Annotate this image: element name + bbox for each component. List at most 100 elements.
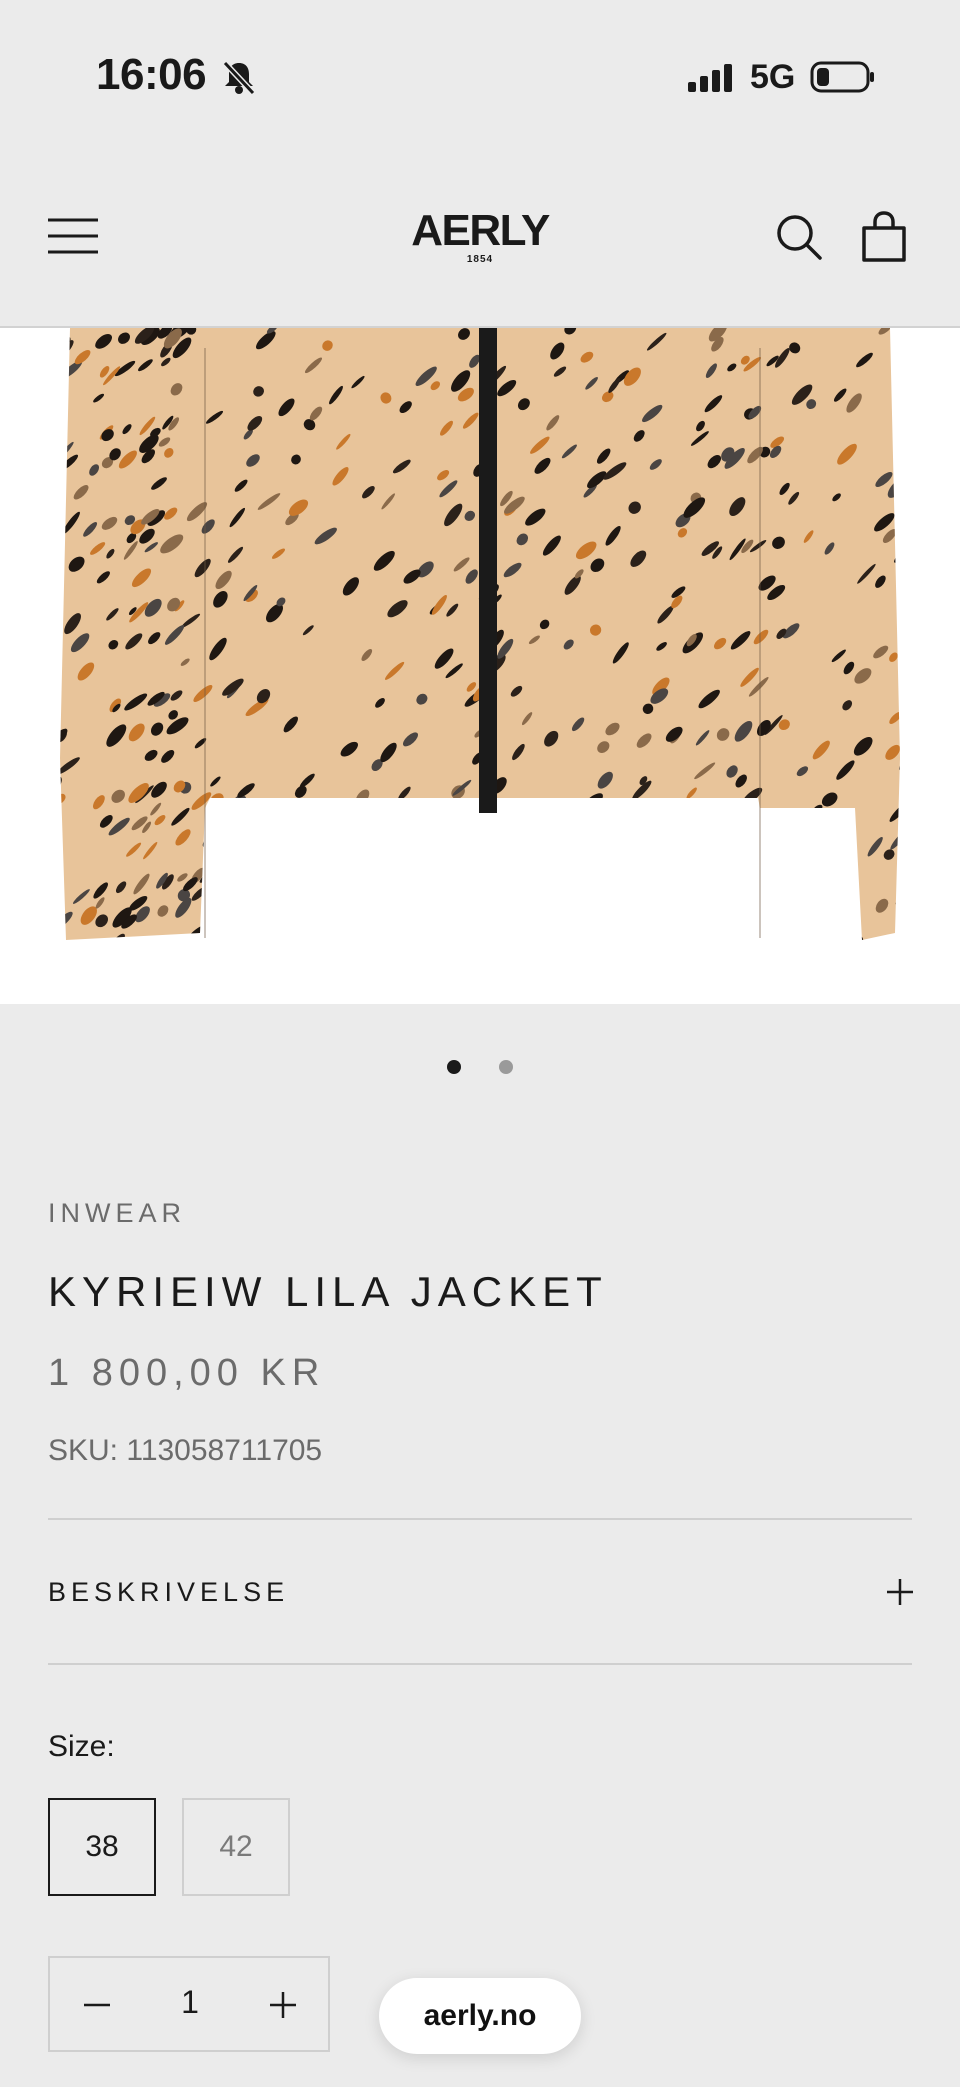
print-spot <box>27 548 45 569</box>
print-spot <box>451 845 469 861</box>
print-spot <box>24 944 42 964</box>
print-spot <box>433 937 453 940</box>
print-spot <box>454 821 468 835</box>
quantity-value[interactable]: 1 <box>150 1984 230 2021</box>
bell-off-icon <box>222 60 256 96</box>
print-spot <box>647 819 666 839</box>
size-option-42[interactable]: 42 <box>182 1798 290 1896</box>
print-spot <box>911 328 928 343</box>
battery-icon <box>810 61 874 93</box>
print-spot <box>792 896 807 912</box>
logo-text: AERLY <box>411 206 550 255</box>
browser-url-pill[interactable]: aerly.no <box>379 1978 581 2054</box>
print-spot <box>22 632 38 647</box>
print-spot <box>432 850 449 868</box>
print-spot <box>737 814 756 831</box>
print-spot <box>820 927 836 940</box>
logo[interactable]: AERLY 1854 <box>380 206 580 266</box>
product-brand[interactable]: INWEAR <box>48 1198 186 1229</box>
print-spot <box>27 677 47 696</box>
print-spot <box>60 545 62 568</box>
print-spot <box>27 643 41 659</box>
print-spot <box>907 792 930 819</box>
print-spot <box>478 935 489 940</box>
print-spot <box>901 436 913 447</box>
print-spot <box>437 913 451 932</box>
print-spot <box>27 702 45 721</box>
print-spot <box>267 928 285 940</box>
print-spot <box>275 879 292 893</box>
print-spot <box>864 941 880 957</box>
print-spot <box>903 652 917 665</box>
minus-icon[interactable] <box>80 1988 114 2022</box>
print-spot <box>740 903 758 923</box>
quantity-stepper: 1 <box>48 1956 330 2052</box>
product-price: 1 800,00 KR <box>48 1352 326 1394</box>
status-bar: 16:06 5G <box>0 0 960 160</box>
print-spot <box>479 957 498 975</box>
print-spot <box>910 770 931 790</box>
gallery-dot-2[interactable] <box>499 1060 513 1074</box>
print-spot <box>366 842 376 851</box>
print-spot <box>906 734 928 755</box>
print-spot <box>798 840 809 849</box>
print-spot <box>60 610 61 624</box>
size-label: Size: <box>48 1730 115 1763</box>
print-spot <box>723 910 735 923</box>
print-spot <box>482 896 502 918</box>
print-spot <box>603 923 615 935</box>
print-spot <box>463 830 477 845</box>
print-spot <box>335 883 355 900</box>
print-spot <box>841 835 851 846</box>
print-spot <box>577 866 599 883</box>
status-time: 16:06 <box>96 50 207 99</box>
print-spot <box>323 904 339 918</box>
print-spot <box>730 885 740 895</box>
print-spot <box>433 877 448 895</box>
print-spot <box>899 750 900 771</box>
print-spot <box>411 943 436 963</box>
print-spot <box>896 371 900 391</box>
search-icon[interactable] <box>774 212 824 262</box>
print-spot <box>663 823 671 833</box>
print-spot <box>490 836 511 856</box>
jacket-image <box>22 328 931 978</box>
print-spot <box>488 825 503 840</box>
print-spot <box>662 950 677 968</box>
print-spot <box>730 905 747 922</box>
print-spot <box>34 885 51 902</box>
print-spot <box>899 551 923 575</box>
print-spot <box>667 878 682 897</box>
print-spot <box>538 908 548 917</box>
print-spot <box>749 813 763 825</box>
print-spot <box>897 869 900 881</box>
gallery-dot-1[interactable] <box>447 1060 461 1074</box>
print-spot <box>471 871 492 888</box>
plus-icon[interactable] <box>266 1988 300 2022</box>
gallery-pagination <box>0 1060 960 1076</box>
print-spot <box>643 916 657 929</box>
print-spot <box>569 891 581 903</box>
print-spot <box>635 840 651 856</box>
shopping-bag-icon[interactable] <box>860 210 908 264</box>
print-spot <box>495 958 514 978</box>
print-spot <box>40 539 55 553</box>
print-spot <box>617 932 634 940</box>
print-spot <box>697 822 714 836</box>
print-spot <box>720 820 732 831</box>
logo-year: 1854 <box>466 254 494 265</box>
divider-top <box>48 1518 912 1520</box>
divider-bottom <box>48 1663 912 1665</box>
menu-icon[interactable] <box>46 216 100 256</box>
expand-plus-icon[interactable] <box>886 1578 914 1606</box>
print-spot <box>765 950 781 966</box>
product-image[interactable] <box>0 328 960 1004</box>
description-accordion-label[interactable]: BESKRIVELSE <box>48 1577 289 1608</box>
print-spot <box>38 425 58 445</box>
size-option-38[interactable]: 38 <box>48 1798 156 1896</box>
print-spot <box>351 853 368 866</box>
print-spot <box>439 876 450 888</box>
print-spot <box>586 815 604 831</box>
print-spot <box>757 948 778 972</box>
product-title: KYRIEIW LILA JACKET <box>48 1268 608 1315</box>
